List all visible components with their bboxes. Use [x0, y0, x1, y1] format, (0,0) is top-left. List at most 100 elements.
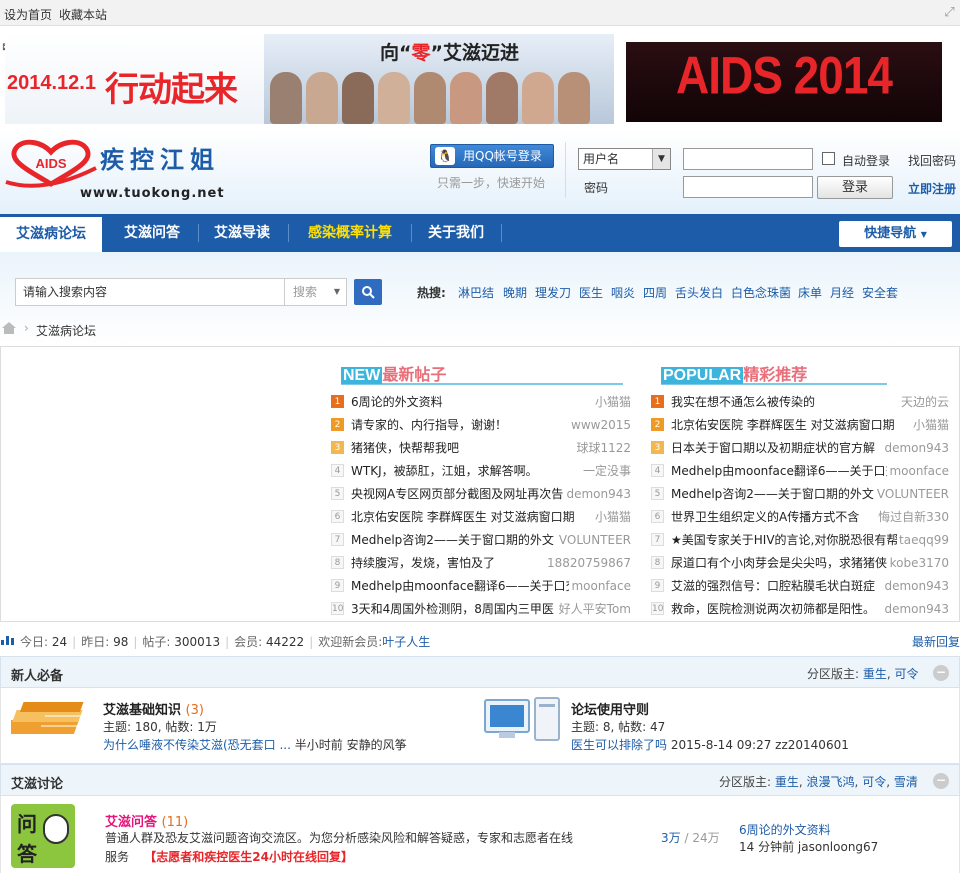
post-author-link[interactable]: VOLUNTEER	[874, 485, 949, 503]
latest-replies-link[interactable]: 最新回复	[912, 633, 960, 650]
hot-search-link[interactable]: 安全套	[862, 284, 898, 301]
post-author-link[interactable]: 一定没事	[580, 462, 631, 480]
logo-text[interactable]: 疾控江姐	[100, 140, 220, 175]
section-title[interactable]: 新人必备	[11, 665, 63, 684]
nav-tab-guide[interactable]: 艾滋导读	[200, 214, 284, 252]
post-title-link[interactable]: 请专家的、内行指导，谢谢！	[351, 416, 507, 434]
post-author-link[interactable]: 好人平安Tom	[556, 600, 631, 618]
last-post-user[interactable]: 安静的风筝	[347, 738, 407, 752]
last-post-user[interactable]: zz20140601	[775, 738, 849, 752]
section-title[interactable]: 艾滋讨论	[11, 773, 63, 792]
post-author-link[interactable]: 小猫猫	[592, 508, 631, 526]
post-author-link[interactable]: 小猫猫	[910, 416, 949, 434]
forum-title[interactable]: 艾滋问答 (11)	[105, 811, 188, 830]
post-title-link[interactable]: 日本关于窗口期以及初期症状的官方解	[671, 439, 875, 457]
post-author-link[interactable]: 小猫猫	[592, 393, 631, 411]
hot-search-link[interactable]: 月经	[830, 284, 854, 301]
moderator-link[interactable]: 雪清	[894, 775, 918, 789]
post-title-link[interactable]: 猪猪侠，快帮帮我吧	[351, 439, 459, 457]
post-author-link[interactable]: www2015	[569, 416, 631, 434]
breadcrumb-current[interactable]: 艾滋病论坛	[36, 322, 96, 339]
quick-nav-button[interactable]: 快捷导航 ▼	[839, 221, 952, 247]
post-title-link[interactable]: 北京佑安医院 李群辉医生 对艾滋病窗口期	[351, 508, 575, 526]
moderator-link[interactable]: 重生	[863, 667, 887, 681]
hot-search-link[interactable]: 白色念珠菌	[731, 284, 791, 301]
post-title-link[interactable]: WTKJ，被舔肛，江姐，求解答啊。	[351, 462, 538, 480]
post-author-link[interactable]: 天边的云	[898, 393, 949, 411]
hot-search-link[interactable]: 理发刀	[535, 284, 571, 301]
post-title-link[interactable]: 持续腹泻，发烧，害怕及了	[351, 554, 495, 572]
moderator-link[interactable]: 重生	[775, 775, 799, 789]
search-button[interactable]	[354, 279, 382, 305]
post-author-link[interactable]: 球球1122	[574, 439, 631, 457]
post-author-link[interactable]: demon943	[564, 485, 631, 503]
qa-forum-icon[interactable]: 问 答	[11, 804, 75, 868]
post-author-link[interactable]: demon943	[882, 577, 949, 595]
username-input[interactable]	[683, 148, 813, 170]
post-title-link[interactable]: Medhelp由moonface翻译6——关于口交	[671, 462, 897, 480]
search-type-select[interactable]: 搜索 ▼	[285, 278, 347, 306]
post-title-link[interactable]: 我实在想不通怎么被传染的	[671, 393, 815, 411]
hot-search-link[interactable]: 淋巴结	[458, 284, 494, 301]
post-author-link[interactable]: taeqq99	[897, 531, 949, 549]
moderator-link[interactable]: 可令	[895, 667, 919, 681]
last-post-link[interactable]: 6周论的外文资料	[739, 821, 831, 838]
post-title-link[interactable]: Medhelp咨询2——关于窗口期的外文	[671, 485, 874, 503]
collapse-icon[interactable]: −	[933, 773, 949, 789]
nav-tab-risk-calculator[interactable]: 感染概率计算	[292, 214, 408, 252]
nav-tab-qa[interactable]: 艾滋问答	[110, 214, 194, 252]
books-icon[interactable]	[11, 698, 95, 742]
forum-title[interactable]: 艾滋基础知识 (3)	[103, 699, 204, 718]
last-post-link[interactable]: 为什么唾液不传染艾滋(恐无套口 ...	[103, 738, 291, 752]
forum-name[interactable]: 艾滋问答	[105, 815, 157, 830]
ad-right-image[interactable]: AIDS 2014	[626, 42, 942, 122]
search-input[interactable]: 请输入搜索内容	[15, 278, 285, 306]
username-type-select[interactable]: 用户名 ▼	[578, 148, 671, 170]
post-title-link[interactable]: 北京佑安医院 李群辉医生 对艾滋病窗口期	[671, 416, 895, 434]
hot-search-link[interactable]: 咽炎	[611, 284, 635, 301]
post-title-link[interactable]: 世界卫生组织定义的A传播方式不含	[671, 508, 859, 526]
forum-name[interactable]: 论坛使用守则	[571, 703, 649, 718]
newest-member-link[interactable]: 叶子人生	[382, 635, 430, 649]
forum-name[interactable]: 艾滋基础知识	[103, 703, 181, 718]
ad-middle-image[interactable]: 向“零”艾滋迈进	[264, 34, 614, 124]
last-post-user[interactable]: jasonloong67	[798, 840, 878, 854]
bookmark-link[interactable]: 收藏本站	[59, 6, 107, 23]
computer-icon[interactable]	[481, 696, 563, 744]
set-homepage-link[interactable]: 设为首页	[4, 6, 52, 23]
post-title-link[interactable]: Medhelp咨询2——关于窗口期的外文	[351, 531, 554, 549]
post-author-link[interactable]: 悔过自新330	[876, 508, 949, 526]
post-author-link[interactable]: moonface	[887, 462, 949, 480]
post-title-link[interactable]: 3天和4周国外检测阴，8周国内三甲医	[351, 600, 554, 618]
post-title-link[interactable]: 艾滋的强烈信号：口腔粘膜毛状白斑症	[671, 577, 875, 595]
post-author-link[interactable]: VOLUNTEER	[556, 531, 631, 549]
qq-login-button[interactable]: 🐧 用QQ帐号登录	[430, 144, 554, 168]
auto-login-checkbox[interactable]	[822, 152, 835, 165]
collapse-icon[interactable]: −	[933, 665, 949, 681]
ad-left-image[interactable]: 2014.12.1 行动起来	[5, 34, 264, 124]
post-author-link[interactable]: demon943	[882, 439, 949, 457]
post-author-link[interactable]: 18820759867	[545, 554, 631, 572]
moderator-link[interactable]: 可令	[862, 775, 886, 789]
fullscreen-icon[interactable]: ⤢	[942, 5, 957, 20]
hot-search-link[interactable]: 床单	[798, 284, 822, 301]
login-button[interactable]: 登录	[817, 176, 893, 199]
post-title-link[interactable]: 6周论的外文资料	[351, 393, 443, 411]
forum-title[interactable]: 论坛使用守则	[571, 699, 649, 718]
register-link[interactable]: 立即注册	[908, 180, 956, 197]
post-title-link[interactable]: 央视网A专区网页部分截图及网址再次告	[351, 485, 563, 503]
post-title-link[interactable]: 救命，医院检测说两次初筛都是阳性。	[671, 600, 875, 618]
post-title-link[interactable]: ★美国专家关于HIV的言论,对你脱恐很有帮	[671, 531, 898, 549]
nav-tab-about[interactable]: 关于我们	[414, 214, 498, 252]
last-post-link[interactable]: 医生可以排除了吗	[571, 738, 667, 752]
moderator-link[interactable]: 浪漫飞鸿	[807, 775, 855, 789]
post-title-link[interactable]: 尿道口有个小肉芽会是尖尖吗，求猪猪侠	[671, 554, 887, 572]
post-title-link[interactable]: Medhelp由moonface翻译6——关于口交	[351, 577, 577, 595]
home-icon[interactable]	[2, 322, 16, 334]
hot-search-link[interactable]: 医生	[579, 284, 603, 301]
hot-search-link[interactable]: 晚期	[503, 284, 527, 301]
hot-search-link[interactable]: 四周	[643, 284, 667, 301]
hot-search-link[interactable]: 舌头发白	[675, 284, 723, 301]
post-author-link[interactable]: demon943	[882, 600, 949, 618]
post-author-link[interactable]: kobe3170	[887, 554, 949, 572]
